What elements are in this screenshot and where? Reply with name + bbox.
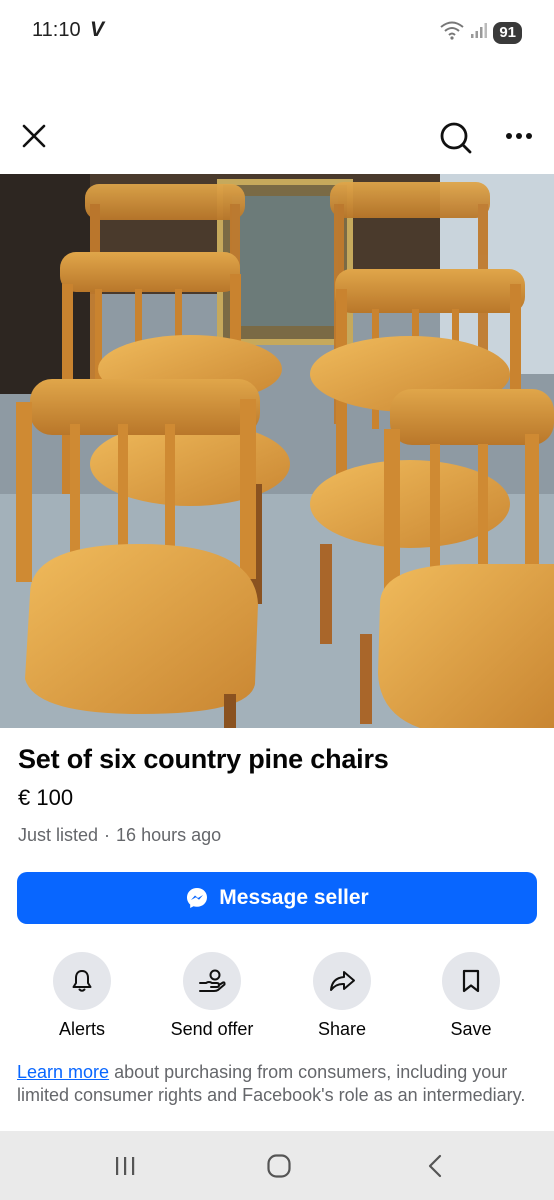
alerts-button[interactable]: Alerts xyxy=(17,952,147,1040)
home-button[interactable] xyxy=(254,1148,304,1184)
share-icon xyxy=(330,971,355,991)
carrier-icon: V xyxy=(90,18,105,41)
send-offer-label: Send offer xyxy=(170,1019,254,1039)
bell-icon xyxy=(72,970,92,992)
listed-time: 16 hours ago xyxy=(116,825,222,845)
action-row: Alerts Send offer Share Save xyxy=(0,952,554,1042)
search-button[interactable] xyxy=(434,116,478,160)
signal-icon xyxy=(471,21,488,44)
close-icon xyxy=(22,124,46,148)
system-nav-bar xyxy=(0,1131,554,1200)
back-button[interactable] xyxy=(410,1148,460,1184)
save-button[interactable]: Save xyxy=(406,952,536,1040)
recent-apps-button[interactable] xyxy=(100,1148,150,1184)
search-icon xyxy=(440,122,472,154)
learn-more-link[interactable]: Learn more xyxy=(17,1062,109,1082)
meta-separator: · xyxy=(104,825,111,845)
status-icons: 91 xyxy=(439,20,522,45)
save-circle xyxy=(442,952,500,1010)
save-label: Save xyxy=(450,1019,492,1039)
more-options-button[interactable] xyxy=(498,116,540,156)
more-options-icon xyxy=(506,133,532,139)
alerts-label: Alerts xyxy=(58,1019,105,1039)
alerts-circle xyxy=(53,952,111,1010)
send-offer-circle xyxy=(183,952,241,1010)
send-offer-button[interactable]: Send offer xyxy=(147,952,277,1040)
listed-status: Just listed xyxy=(18,825,99,845)
share-button[interactable]: Share xyxy=(277,952,407,1040)
share-circle xyxy=(313,952,371,1010)
battery-icon: 91 xyxy=(493,21,522,44)
wifi-icon xyxy=(439,20,465,45)
bookmark-icon xyxy=(462,969,480,993)
status-time: 11:10 xyxy=(32,19,81,41)
consumer-rights-notice: Learn more about purchasing from consume… xyxy=(17,1061,537,1107)
close-button[interactable] xyxy=(14,116,54,156)
listing-price: € 100 xyxy=(18,785,74,810)
listing-title: Set of six country pine chairs xyxy=(18,744,389,774)
home-icon xyxy=(267,1154,291,1178)
recent-apps-icon xyxy=(116,1157,135,1175)
messenger-icon xyxy=(187,888,208,908)
send-offer-icon xyxy=(199,969,226,992)
share-label: Share xyxy=(317,1019,367,1039)
back-icon xyxy=(428,1154,442,1178)
top-bar xyxy=(0,108,554,164)
message-seller-label: Message seller xyxy=(219,886,369,909)
message-seller-button[interactable]: Message seller xyxy=(17,872,537,924)
status-bar: 11:10 V 91 xyxy=(0,0,554,64)
listing-photo[interactable] xyxy=(0,174,554,728)
listing-meta: Just listed · 16 hours ago xyxy=(18,825,221,846)
